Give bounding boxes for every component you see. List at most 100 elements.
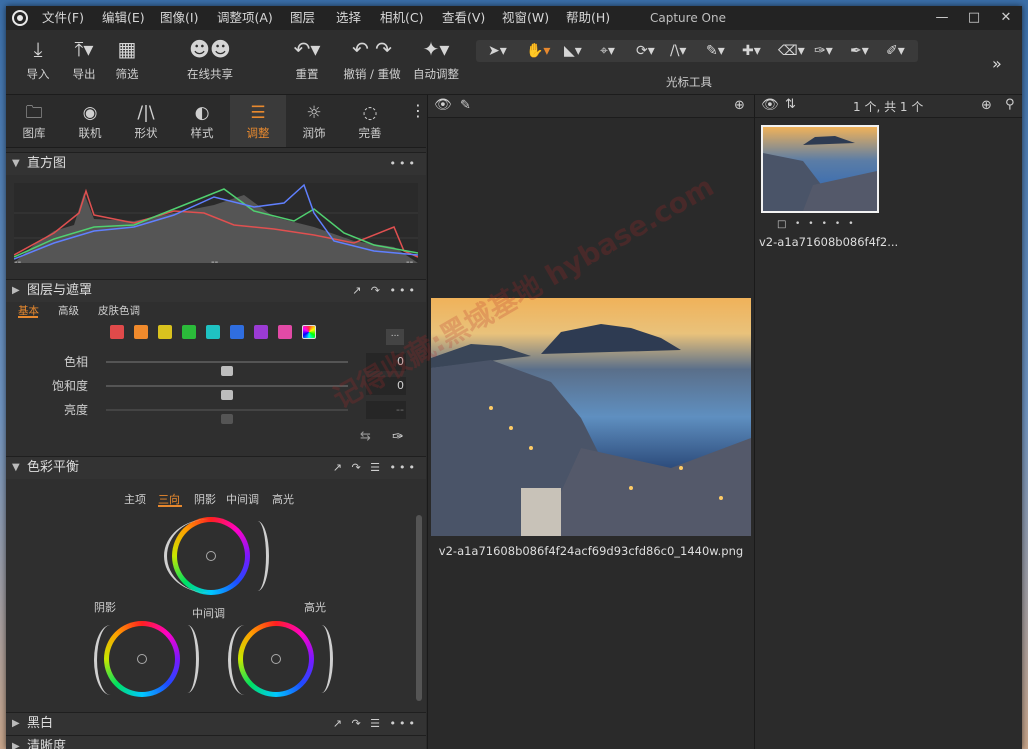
tab-styles[interactable]: ◐ 样式 bbox=[174, 95, 230, 147]
pointer-tool-icon[interactable]: ➤▾ bbox=[488, 40, 507, 62]
lightness-value[interactable]: -- bbox=[366, 401, 406, 419]
color-swatch[interactable] bbox=[230, 325, 244, 339]
zoom-icon[interactable]: ⊕ bbox=[981, 98, 992, 113]
histogram-header[interactable]: ▼ 直方图 ••• bbox=[6, 152, 426, 175]
master-saturation-arc[interactable] bbox=[164, 519, 253, 593]
color-swatch[interactable] bbox=[158, 325, 172, 339]
more-icon[interactable]: ••• bbox=[390, 153, 418, 175]
menu-window[interactable]: 视窗(W) bbox=[502, 6, 549, 30]
eraser-tool-icon[interactable]: ⌫▾ bbox=[778, 40, 805, 62]
export-button[interactable]: ⤒▾ 导出 bbox=[62, 36, 106, 82]
tab-details[interactable]: ◌ 完善 bbox=[342, 95, 398, 147]
histogram-tick-mid: -- bbox=[211, 257, 219, 268]
master-lightness-arc[interactable] bbox=[246, 521, 269, 591]
color-balance-header[interactable]: ▼ 色彩平衡 ↗ ↷ ☰ ••• bbox=[6, 456, 426, 479]
custom-color-swatch[interactable] bbox=[302, 325, 316, 339]
pen-tool-icon[interactable]: ✐▾ bbox=[886, 40, 905, 62]
thumbnail-image bbox=[763, 136, 877, 211]
close-icon[interactable]: ✕ bbox=[990, 6, 1022, 30]
straighten-tool-icon[interactable]: ◣▾ bbox=[564, 40, 582, 62]
menu-image[interactable]: 图像(I) bbox=[160, 6, 198, 30]
pan-hand-tool-icon[interactable]: ✋▾ bbox=[526, 40, 550, 62]
highlight-wheel-handle[interactable] bbox=[271, 654, 281, 664]
crop-tool-icon[interactable]: ⌖▾ bbox=[600, 40, 615, 62]
tab-tethered[interactable]: ◉ 联机 bbox=[62, 95, 118, 147]
cb-tab-shadow[interactable]: 阴影 bbox=[194, 491, 216, 507]
color-swatch[interactable] bbox=[206, 325, 220, 339]
highlight-label: 高光 bbox=[304, 601, 326, 614]
undo-redo-button[interactable]: ↶ ↷ 撤销 / 重做 bbox=[340, 36, 404, 82]
overflow-icon[interactable]: » bbox=[992, 54, 1002, 73]
black-white-header[interactable]: ▶ 黑白 ↗ ↷ ☰ ••• bbox=[6, 712, 426, 735]
tab-library[interactable]: 🗀 图库 bbox=[6, 95, 62, 147]
saturation-slider[interactable] bbox=[106, 385, 348, 400]
filter-button[interactable]: ▦ 筛选 bbox=[112, 36, 142, 82]
histogram-tick-right: -- bbox=[406, 257, 414, 268]
tool-panel: 🗀 图库 ◉ 联机 /|\ 形状 ◐ 样式 ☰ 调整 ☼ 润饰 ◌ 完善 ⋮ ▼… bbox=[6, 95, 426, 749]
menu-help[interactable]: 帮助(H) bbox=[566, 6, 610, 30]
tab-lens[interactable]: /|\ 形状 bbox=[118, 95, 174, 147]
import-button[interactable]: ⤓ 导入 bbox=[24, 36, 52, 82]
menu-adjustments[interactable]: 调整项(A) bbox=[217, 6, 273, 30]
menu-edit[interactable]: 编辑(E) bbox=[102, 6, 145, 30]
panel-scrollbar[interactable] bbox=[416, 515, 422, 701]
rating-dots[interactable]: ••••• bbox=[795, 219, 862, 229]
heal-tool-icon[interactable]: ✚▾ bbox=[742, 40, 761, 62]
color-swatch[interactable] bbox=[254, 325, 268, 339]
browser-header: 👁 ⇅ 1 个, 共 1 个 ⊕ ⚲ bbox=[755, 95, 1022, 118]
menu-view[interactable]: 查看(V) bbox=[442, 6, 485, 30]
share-button[interactable]: ☻☻ 在线共享 bbox=[182, 36, 238, 82]
reset-button[interactable]: ↶▾ 重置 bbox=[288, 36, 326, 82]
brush-tool-icon[interactable]: ✎▾ bbox=[706, 40, 725, 62]
eye-icon[interactable]: 👁 bbox=[761, 97, 779, 113]
cb-tab-master[interactable]: 主项 bbox=[124, 491, 146, 507]
highlight-lightness-arc[interactable] bbox=[310, 625, 333, 693]
minimize-icon[interactable]: — bbox=[926, 6, 958, 30]
swap-icon[interactable]: ⇆ bbox=[360, 429, 371, 444]
tab-refine[interactable]: ☼ 润饰 bbox=[286, 95, 342, 147]
color-swatch[interactable] bbox=[134, 325, 148, 339]
menu-layers[interactable]: 图层 bbox=[290, 6, 315, 30]
color-swatch[interactable] bbox=[278, 325, 292, 339]
layers-header[interactable]: ▶ 图层与遮罩 ↗ ↷ ••• bbox=[6, 279, 426, 302]
maximize-icon[interactable]: □ bbox=[958, 6, 990, 30]
highlight-saturation-arc[interactable] bbox=[228, 625, 261, 695]
annotate-tool-icon[interactable]: ✒▾ bbox=[850, 40, 869, 62]
subtab-skin-tone[interactable]: 皮肤色调 bbox=[98, 303, 140, 318]
eye-icon[interactable]: 👁 bbox=[434, 97, 452, 113]
zoom-icon[interactable]: ⊕ bbox=[734, 98, 745, 113]
color-swatch[interactable] bbox=[182, 325, 196, 339]
retouch-icon: ☼ bbox=[306, 103, 322, 123]
menu-file[interactable]: 文件(F) bbox=[42, 6, 84, 30]
tab-adjust[interactable]: ☰ 调整 bbox=[230, 95, 286, 147]
lightness-knob[interactable] bbox=[221, 414, 233, 424]
shadow-wheel-handle[interactable] bbox=[137, 654, 147, 664]
color-balance-actions-icon[interactable]: ↗ ↷ ☰ ••• bbox=[333, 457, 418, 479]
lightness-slider[interactable] bbox=[106, 409, 348, 424]
auto-adjust-button[interactable]: ✦▾ 自动调整 bbox=[410, 36, 462, 82]
cb-tab-highlight[interactable]: 高光 bbox=[272, 491, 294, 507]
shadow-lightness-arc[interactable] bbox=[176, 625, 199, 693]
sort-icon[interactable]: ⇅ bbox=[785, 97, 796, 112]
menu-camera[interactable]: 相机(C) bbox=[380, 6, 423, 30]
histogram bbox=[13, 183, 419, 263]
share-users-icon: ☻☻ bbox=[189, 37, 231, 61]
layers-actions-icon[interactable]: ↗ ↷ ••• bbox=[352, 280, 418, 302]
bw-actions-icon[interactable]: ↗ ↷ ☰ ••• bbox=[333, 713, 418, 735]
tabs-more-icon[interactable]: ⋮ bbox=[410, 103, 426, 119]
search-icon[interactable]: ⚲ bbox=[1005, 97, 1015, 112]
menu-select[interactable]: 选择 bbox=[336, 6, 361, 30]
subtab-advanced[interactable]: 高级 bbox=[58, 303, 79, 318]
color-picker-icon[interactable]: ✑ bbox=[392, 429, 404, 445]
select-checkbox-icon[interactable]: □ bbox=[777, 219, 786, 230]
keystone-tool-icon[interactable]: /\▾ bbox=[670, 40, 686, 62]
color-swatch[interactable] bbox=[110, 325, 124, 339]
thumbnail[interactable] bbox=[761, 125, 879, 213]
clarity-header[interactable]: ▶ 清晰度 bbox=[6, 735, 426, 749]
brush-icon[interactable]: ✎ bbox=[460, 98, 471, 113]
shadow-saturation-arc[interactable] bbox=[94, 625, 127, 695]
cb-tab-midtone[interactable]: 中间调 bbox=[226, 491, 259, 507]
rotate-tool-icon[interactable]: ⟳▾ bbox=[636, 40, 655, 62]
picker-tool-icon[interactable]: ✑▾ bbox=[814, 40, 833, 62]
hue-slider[interactable] bbox=[106, 361, 348, 376]
